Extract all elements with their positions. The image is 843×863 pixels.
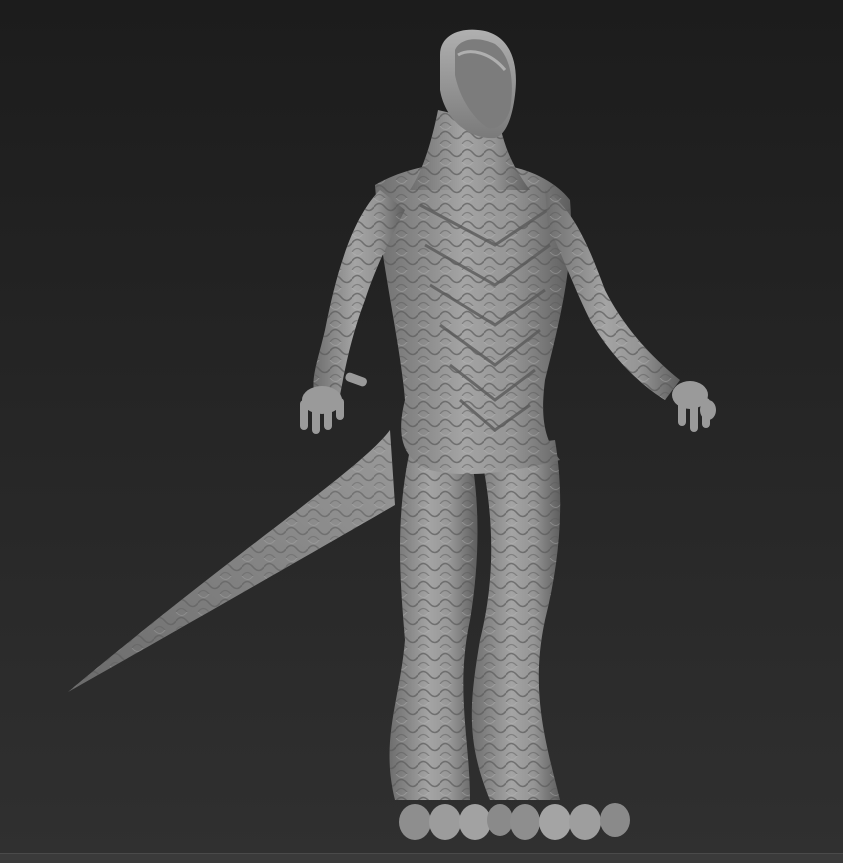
right-hand bbox=[672, 381, 716, 432]
3d-viewport[interactable] bbox=[0, 0, 843, 863]
viewport-frame-edge bbox=[0, 853, 843, 863]
left-foot bbox=[399, 804, 513, 840]
sculpt-model[interactable] bbox=[0, 0, 843, 863]
right-foot bbox=[510, 803, 630, 840]
